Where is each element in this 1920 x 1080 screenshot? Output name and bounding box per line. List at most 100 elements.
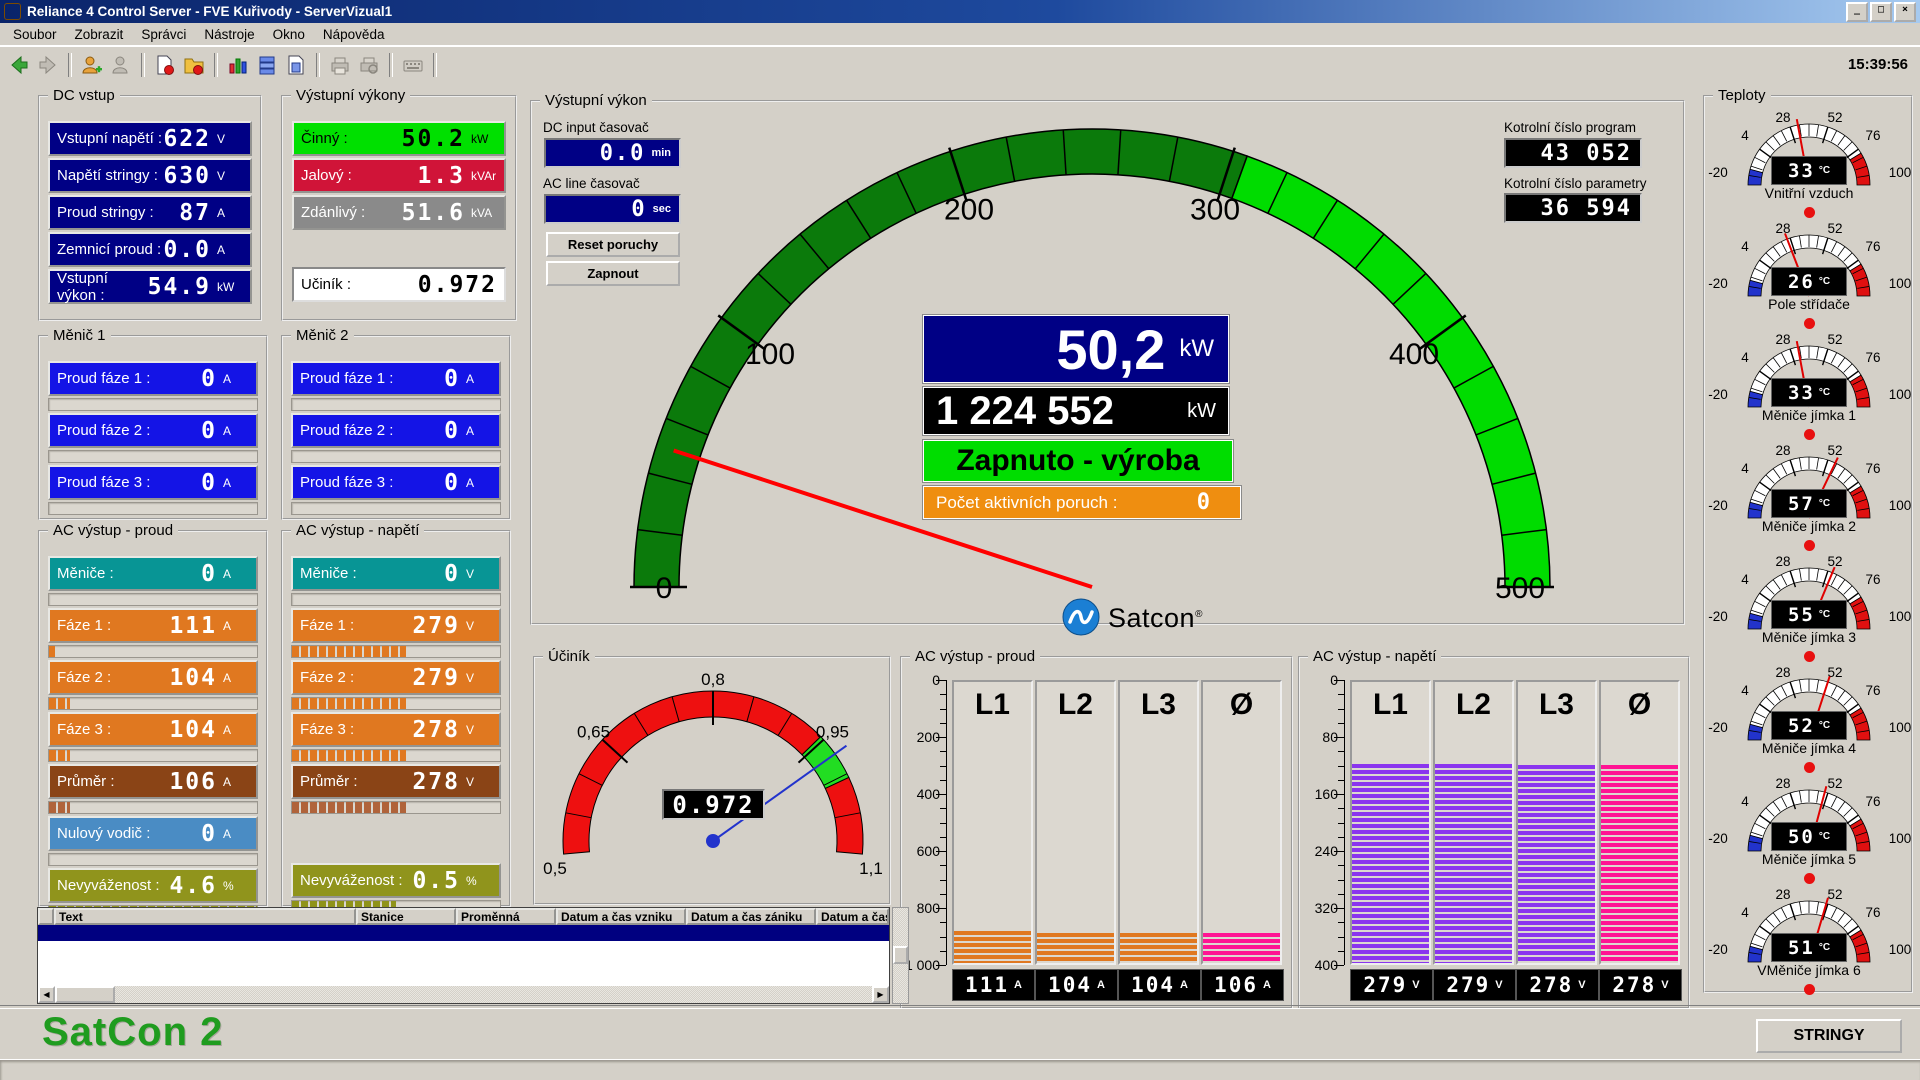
- titlebar[interactable]: Reliance 4 Control Server - FVE Kuřivody…: [0, 0, 1920, 23]
- row-block: Vstupní výkon :54.9kW: [48, 269, 252, 304]
- value-row: Fáze 1 :279V: [291, 608, 501, 643]
- svg-text:100: 100: [1889, 387, 1912, 402]
- menu-napoveda[interactable]: Nápověda: [314, 25, 394, 44]
- thermometer-value: 52: [1788, 715, 1815, 737]
- maximize-button[interactable]: □: [1870, 2, 1892, 22]
- row-block: Zemnicí proud :0.0A: [48, 232, 252, 267]
- svg-text:100: 100: [745, 338, 795, 371]
- kontrolni-parametry-value: 36 594: [1541, 196, 1632, 221]
- y-axis-minor-tick: [1338, 951, 1344, 952]
- toolbar-separator: [141, 53, 145, 77]
- zapnout-button[interactable]: Zapnout: [546, 261, 680, 286]
- alarm-table-selected-row[interactable]: [38, 925, 889, 941]
- row-value: 0: [444, 366, 460, 392]
- print-preview-button[interactable]: [356, 52, 382, 78]
- stringy-button[interactable]: STRINGY: [1756, 1019, 1902, 1053]
- value-row: Průměr :106A: [48, 764, 258, 799]
- progress-track: [291, 398, 501, 411]
- value-row: Napětí stringy :630V: [48, 158, 252, 193]
- add-user-button[interactable]: [79, 52, 105, 78]
- progress-track: [48, 749, 258, 762]
- close-button[interactable]: ×: [1894, 2, 1916, 22]
- minimize-button[interactable]: _: [1846, 2, 1868, 22]
- alarm-table[interactable]: TextStaniceProměnnáDatum a čas vznikuDat…: [37, 907, 890, 1004]
- forward-button[interactable]: [35, 52, 61, 78]
- scroll-right-button[interactable]: ▶: [872, 986, 889, 1003]
- print-button[interactable]: [327, 52, 353, 78]
- row-value: 54.9: [148, 274, 211, 300]
- svg-text:100: 100: [1889, 942, 1912, 957]
- keyboard-button[interactable]: [400, 52, 426, 78]
- row-label: Nulový vodič :: [57, 825, 150, 842]
- thermometer-lcd: 26°C: [1771, 267, 1847, 296]
- hscroll-track[interactable]: [115, 986, 872, 1003]
- row-label: Jalový :: [301, 167, 352, 184]
- progress-track: [291, 697, 501, 710]
- row-valwrap: 0A: [444, 470, 492, 496]
- panel-ucinik: Účiník 0,50,650,80,951,1 0.972: [533, 656, 891, 905]
- scroll-left-button[interactable]: ◀: [38, 986, 55, 1003]
- thermometer-dot-icon: [1804, 651, 1815, 662]
- bar-lcd-value: 106: [1214, 973, 1258, 997]
- row-unit: A: [466, 476, 492, 490]
- menu-nastroje[interactable]: Nástroje: [195, 25, 263, 44]
- vscroll-thumb[interactable]: [893, 946, 908, 964]
- folder-alarm-button[interactable]: [181, 52, 207, 78]
- row-valwrap: 111A: [169, 613, 249, 639]
- row-block: Fáze 2 :279V: [291, 660, 501, 710]
- row-value: 0.5: [412, 868, 460, 894]
- menu-zobrazit[interactable]: Zobrazit: [66, 25, 133, 44]
- thermometer-gauge: -20428527610055°CMěniče jímka 3: [1705, 542, 1913, 653]
- y-axis-minor-tick: [1338, 922, 1344, 923]
- svg-text:76: 76: [1865, 683, 1880, 698]
- menu-okno[interactable]: Okno: [264, 25, 314, 44]
- svg-text:4: 4: [1741, 683, 1749, 698]
- menu-spravci[interactable]: Správci: [132, 25, 195, 44]
- row-block: Zdánlivý :51.6kVA: [292, 195, 506, 230]
- row-value: 0: [444, 470, 460, 496]
- row-unit: V: [466, 775, 492, 789]
- odometer-unit: kW: [1187, 400, 1216, 423]
- table-column-header[interactable]: Proměnná: [456, 908, 556, 925]
- thermometer-dot-icon: [1804, 762, 1815, 773]
- power-unit: kW: [1179, 335, 1214, 363]
- row-valwrap: 279V: [412, 665, 492, 691]
- panel-title: AC výstup - napětí: [291, 522, 424, 539]
- bar: [954, 931, 1031, 963]
- alarm-table-vscrollbar[interactable]: [892, 907, 909, 1004]
- document-alarm-button[interactable]: [152, 52, 178, 78]
- menu-soubor[interactable]: Soubor: [4, 25, 66, 44]
- row-unit: V: [466, 723, 492, 737]
- svg-text:52: 52: [1827, 554, 1842, 569]
- row-valwrap: 630V: [163, 163, 243, 189]
- clock: 15:39:56: [1848, 56, 1908, 73]
- svg-text:28: 28: [1775, 221, 1790, 236]
- bar-column-header: Ø: [1601, 688, 1678, 722]
- hscroll-thumb[interactable]: [55, 986, 115, 1003]
- svg-text:-20: -20: [1708, 276, 1728, 291]
- y-axis-minor-tick: [1338, 766, 1344, 767]
- row-unit: V: [466, 567, 492, 581]
- table-column-header[interactable]: Stanice: [356, 908, 456, 925]
- svg-text:28: 28: [1775, 443, 1790, 458]
- alarm-table-hscrollbar[interactable]: ◀ ▶: [38, 986, 889, 1003]
- row-valwrap: 87A: [179, 200, 243, 226]
- row-valwrap: 51.6kVA: [402, 200, 497, 226]
- progress-track: [48, 801, 258, 814]
- chart-button[interactable]: [225, 52, 251, 78]
- table-column-header[interactable]: Datum a čas zániku: [686, 908, 816, 925]
- table-column-header[interactable]: Datum a čas vzniku: [556, 908, 686, 925]
- bar-column-header: L3: [1120, 688, 1197, 722]
- user-button[interactable]: [108, 52, 134, 78]
- row-value: 0: [201, 821, 217, 847]
- database-button[interactable]: [254, 52, 280, 78]
- table-column-header[interactable]: Datum a čas: [816, 908, 889, 925]
- reset-poruchy-button[interactable]: Reset poruchy: [546, 232, 680, 257]
- back-button[interactable]: [6, 52, 32, 78]
- progress-track: [48, 450, 258, 463]
- row-unit: A: [223, 424, 249, 438]
- table-column-header[interactable]: Text: [54, 908, 356, 925]
- report-button[interactable]: [283, 52, 309, 78]
- svg-text:28: 28: [1775, 887, 1790, 902]
- bar: [1601, 765, 1678, 963]
